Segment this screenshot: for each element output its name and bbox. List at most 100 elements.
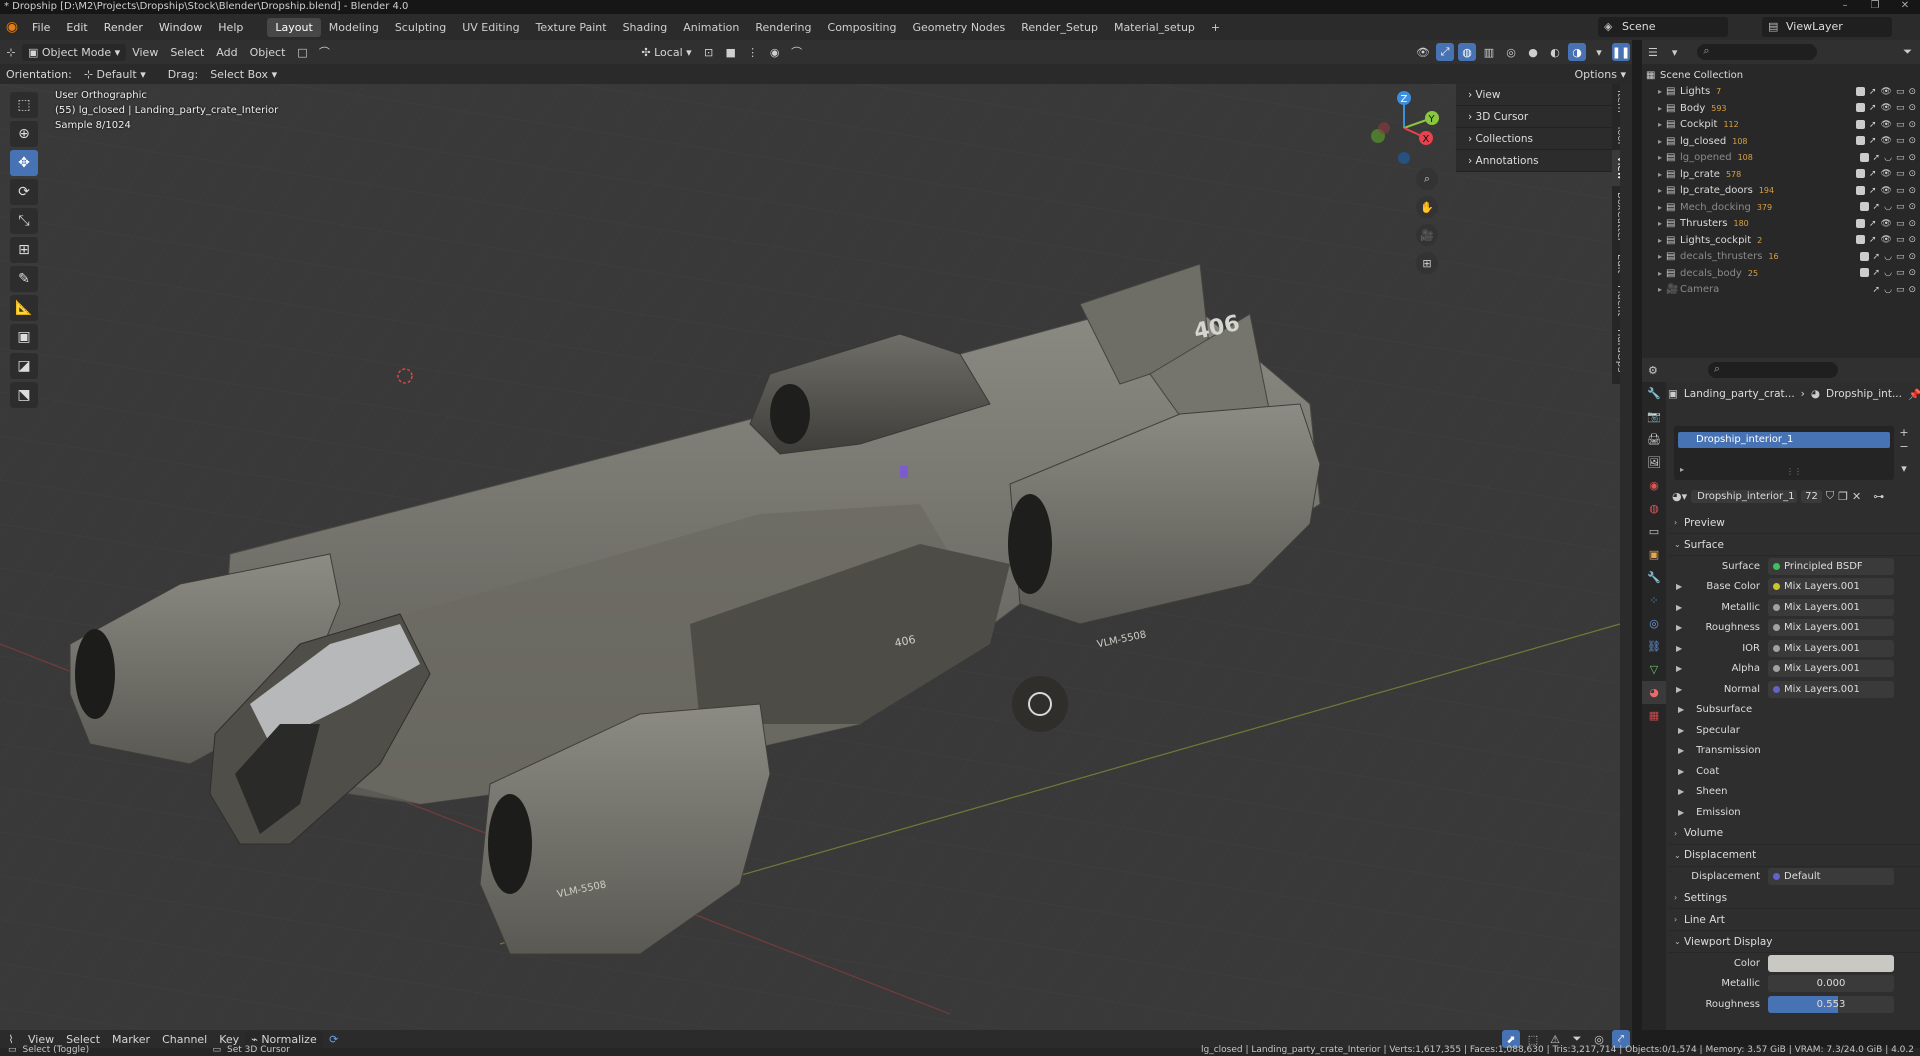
display-mode-icon[interactable]: ▾	[1672, 46, 1678, 59]
menu-edit[interactable]: Edit	[58, 21, 95, 34]
material-browse-icon[interactable]: ◕▾	[1672, 490, 1687, 503]
eye-icon[interactable]: ◡	[1884, 252, 1892, 262]
expand-arrow-icon[interactable]: ▸	[1654, 203, 1666, 212]
hardops-tool-icon[interactable]: ⬔	[10, 382, 38, 408]
outliner-row[interactable]: ▸ ▤ lp_crate_doors 194 ➚ 👁 ▭ ⊙	[1642, 183, 1920, 200]
outliner-row[interactable]: ▸ ▤ Cockpit 112 ➚ 👁 ▭ ⊙	[1642, 117, 1920, 134]
shader-input-field[interactable]: Mix Layers.001	[1768, 660, 1894, 678]
outliner-editor-icon[interactable]: ☰	[1648, 46, 1658, 59]
material-slot-list[interactable]: Dropship_interior_1 ▸ ⋮⋮	[1674, 426, 1894, 480]
monitor-icon[interactable]: ▭	[1896, 169, 1905, 179]
transform-tool-icon[interactable]: ⊞	[10, 237, 38, 263]
monitor-icon[interactable]: ▭	[1896, 120, 1905, 130]
options-dropdown[interactable]: Options ▾	[1569, 66, 1632, 83]
section-displacement[interactable]: ⌄ Displacement	[1668, 844, 1920, 867]
eye-icon[interactable]: ◡	[1884, 268, 1892, 278]
pause-render-icon[interactable]: ❚❚	[1612, 43, 1630, 61]
3d-viewport[interactable]: 406 406 VLM-5508 VLM-5508	[0, 84, 1620, 1030]
exclude-checkbox[interactable]	[1855, 218, 1865, 228]
material-users-count[interactable]: 72	[1801, 489, 1822, 503]
menu-file[interactable]: File	[24, 21, 58, 34]
workspace-tab-compositing[interactable]: Compositing	[820, 18, 905, 37]
wireframe-shading-icon[interactable]: ◎	[1502, 43, 1520, 61]
outliner-row[interactable]: ▸ ▤ Body 593 ➚ 👁 ▭ ⊙	[1642, 100, 1920, 117]
expand-arrow-icon[interactable]: ▸	[1654, 120, 1666, 129]
pan-hand-icon[interactable]: ✋	[1416, 196, 1438, 218]
exclude-checkbox[interactable]	[1859, 152, 1869, 162]
expand-arrow-icon[interactable]: ▸	[1654, 186, 1666, 195]
selectable-icon[interactable]: ➚	[1873, 252, 1881, 262]
select-box-tool-icon[interactable]: ⬚	[10, 92, 38, 118]
monitor-icon[interactable]: ▭	[1896, 219, 1905, 229]
selectable-icon[interactable]: ➚	[1869, 219, 1877, 229]
pivot-icon[interactable]: ⊡	[700, 43, 718, 61]
workspace-tab-material-setup[interactable]: Material_setup	[1106, 18, 1203, 37]
shader-subsection[interactable]: ▶ Subsurface	[1668, 700, 1920, 721]
menu-help[interactable]: Help	[210, 21, 251, 34]
object-tab-icon[interactable]: ▣	[1642, 543, 1666, 566]
npanel-annotations[interactable]: › Annotations	[1456, 150, 1612, 172]
monitor-icon[interactable]: ▭	[1896, 87, 1905, 97]
menu-window[interactable]: Window	[151, 21, 210, 34]
move-tool-icon[interactable]: ✥	[10, 150, 38, 176]
section-surface[interactable]: ⌄ Surface	[1668, 534, 1920, 556]
minimize-button[interactable]: –	[1830, 0, 1860, 14]
menu-add[interactable]: Add	[210, 44, 243, 61]
texture-tab-icon[interactable]: ▦	[1642, 704, 1666, 727]
xray-icon[interactable]: ▥	[1480, 43, 1498, 61]
selectable-icon[interactable]: ➚	[1873, 268, 1881, 278]
shader-subsection[interactable]: ▶ Emission	[1668, 802, 1920, 823]
shader-input-field[interactable]: Mix Layers.001	[1768, 619, 1894, 637]
expand-arrow-icon[interactable]: ▸	[1654, 153, 1666, 162]
expand-arrow-icon[interactable]: ▶	[1676, 664, 1682, 673]
expand-arrow-icon[interactable]: ▸	[1654, 104, 1666, 113]
render-camera-icon[interactable]: ⊙	[1908, 252, 1916, 262]
physics-tab-icon[interactable]: ◎	[1642, 612, 1666, 635]
outliner-row[interactable]: ▸ ▤ decals_thrusters 16 ➚ ◡ ▭ ⊙	[1642, 249, 1920, 266]
render-camera-icon[interactable]: ⊙	[1908, 153, 1916, 163]
exclude-checkbox[interactable]	[1855, 103, 1865, 113]
zoom-icon[interactable]: ⌕	[1416, 168, 1438, 190]
exclude-checkbox[interactable]	[1859, 202, 1869, 212]
vp-metallic-slider[interactable]: 0.000	[1768, 975, 1894, 993]
exclude-checkbox[interactable]	[1855, 235, 1865, 245]
vp-color-swatch[interactable]	[1768, 954, 1894, 972]
unlink-material-icon[interactable]: ✕	[1852, 490, 1861, 503]
exclude-checkbox[interactable]	[1855, 119, 1865, 129]
outliner-row[interactable]: ▸ ▤ Thrusters 180 ➚ 👁 ▭ ⊙	[1642, 216, 1920, 233]
gizmo-toggle-icon[interactable]: ⤢	[1436, 43, 1454, 61]
section-volume[interactable]: › Volume	[1668, 822, 1920, 845]
outliner-row[interactable]: ▸ ▤ lp_crate 578 ➚ 👁 ▭ ⊙	[1642, 166, 1920, 183]
camera-view-icon[interactable]: 🎥	[1416, 224, 1438, 246]
collection-tab-icon[interactable]: ▭	[1642, 520, 1666, 543]
snap-target-icon[interactable]: ⋮	[744, 43, 762, 61]
render-camera-icon[interactable]: ⊙	[1908, 202, 1916, 212]
slot-specials-icon[interactable]: ▾	[1896, 462, 1912, 476]
outliner-row[interactable]: ▸ ▤ Lights_cockpit 2 ➚ 👁 ▭ ⊙	[1642, 232, 1920, 249]
workspace-tab-modeling[interactable]: Modeling	[321, 18, 387, 37]
material-tab-icon[interactable]: ◕	[1642, 681, 1666, 704]
vp-roughness-slider[interactable]: 0.553	[1768, 995, 1894, 1013]
properties-search-input[interactable]: ⌕	[1707, 362, 1838, 378]
eye-icon[interactable]: 👁	[1881, 103, 1892, 113]
scale-tool-icon[interactable]: ⤡	[10, 208, 38, 234]
rotate-tool-icon[interactable]: ⟳	[10, 179, 38, 205]
workspace-tab-geometry-nodes[interactable]: Geometry Nodes	[904, 18, 1013, 37]
view-layer-selector[interactable]: ▤ ViewLayer	[1762, 17, 1892, 37]
workspace-tab-rendering[interactable]: Rendering	[747, 18, 819, 37]
selectable-icon[interactable]: ➚	[1869, 235, 1877, 245]
snap-icon[interactable]: ■	[722, 43, 740, 61]
render-camera-icon[interactable]: ⊙	[1908, 87, 1916, 97]
expand-arrow-icon[interactable]: ▸	[1654, 285, 1666, 294]
eye-icon[interactable]: 👁	[1881, 136, 1892, 146]
shader-input-field[interactable]: Mix Layers.001	[1768, 680, 1894, 698]
menu-select[interactable]: Select	[164, 44, 210, 61]
section-settings[interactable]: › Settings	[1668, 887, 1920, 909]
eye-icon[interactable]: 👁	[1881, 120, 1892, 130]
selectable-icon[interactable]: ➚	[1869, 169, 1877, 179]
menu-render[interactable]: Render	[96, 21, 151, 34]
ortho-grid-icon[interactable]: ⊞	[1416, 252, 1438, 274]
selectable-icon[interactable]: ➚	[1873, 202, 1881, 212]
measure-tool-icon[interactable]: 📐	[10, 295, 38, 321]
eye-icon[interactable]: ◡	[1884, 202, 1892, 212]
